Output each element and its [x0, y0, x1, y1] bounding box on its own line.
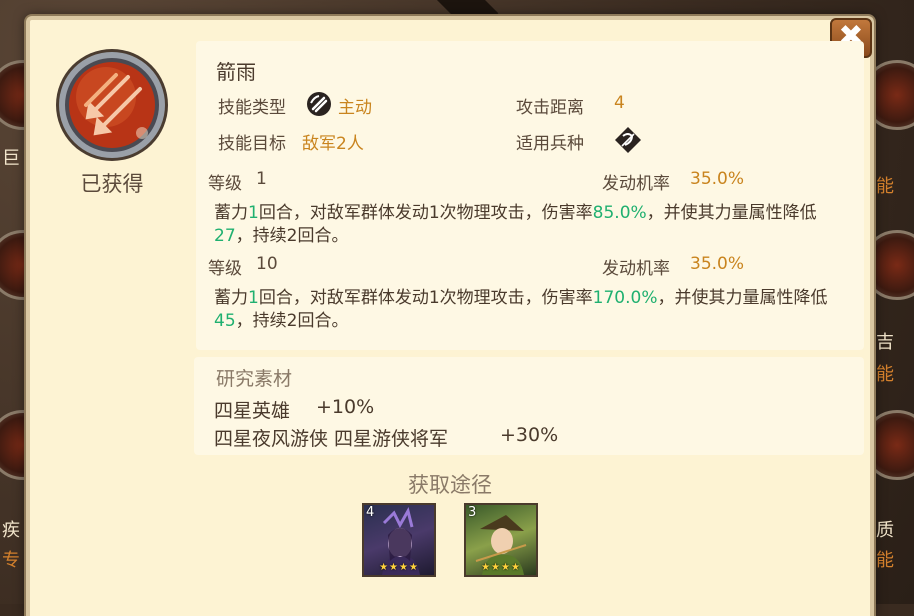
level-10-description: 蓄力1回合，对敌军群体发动1次物理攻击，伤害率170.0%，并使其力量属性降低 4… [214, 287, 844, 333]
materials-title: 研究素材 [216, 368, 293, 390]
damage-rate: 170.0% [592, 288, 658, 308]
skill-target-label: 技能目标 [218, 134, 286, 154]
background-label: 能 [876, 550, 894, 571]
background-label: 疾 [2, 520, 20, 541]
desc-text: ，并使其力量属性降低 [657, 288, 828, 308]
active-skill-icon [307, 92, 331, 116]
material-bonus: +30% [500, 424, 559, 446]
damage-rate: 85.0% [592, 203, 647, 223]
attack-range-label: 攻击距离 [516, 98, 584, 118]
trigger-rate-label: 发动机率 [602, 174, 670, 194]
acquisition-title: 获取途径 [408, 473, 492, 497]
background-label: 巨 [2, 148, 20, 169]
skill-type-value: 主动 [338, 98, 372, 118]
background-label: 能 [876, 176, 894, 197]
attack-range-value: 4 [614, 93, 625, 113]
trigger-rate-value: 35.0% [690, 254, 745, 274]
trigger-rate-label: 发动机率 [602, 259, 670, 279]
material-heroes: 四星夜风游侠 四星游侠将军 [214, 428, 449, 450]
skill-type-label: 技能类型 [218, 98, 286, 118]
archer-troop-icon [615, 127, 641, 153]
trigger-rate-value: 35.0% [690, 169, 745, 189]
stat-reduction: 45 [214, 311, 236, 331]
troop-type-label: 适用兵种 [516, 134, 584, 154]
acquired-status: 已获得 [80, 172, 144, 196]
hero-stars: ★★★★ [481, 562, 521, 573]
level-value: 1 [256, 169, 267, 189]
charge-turns: 1 [248, 203, 259, 223]
desc-text: ，并使其力量属性降低 [646, 203, 817, 223]
desc-text: 蓄力 [214, 203, 248, 223]
background-label: 质 [876, 520, 894, 541]
desc-text: 蓄力 [214, 288, 248, 308]
background-label: 专 [2, 550, 20, 571]
desc-text: 回合，对敌军群体发动1次物理攻击，伤害率 [258, 288, 593, 308]
material-heroes: 四星英雄 [214, 400, 291, 422]
hero-card-ranger-general[interactable]: 3 ★★★★ [464, 503, 538, 577]
hero-card-night-wind-ranger[interactable]: 4 ★★★★ [362, 503, 436, 577]
level-label: 等级 [208, 259, 242, 279]
material-bonus: +10% [316, 396, 375, 418]
desc-text: ，持续2回合。 [235, 226, 349, 246]
hero-stars: ★★★★ [379, 562, 419, 573]
skill-target-value: 敌军2人 [302, 134, 364, 154]
level-value: 10 [256, 254, 278, 274]
stat-reduction: 27 [214, 226, 236, 246]
skill-name: 箭雨 [216, 60, 256, 84]
level-label: 等级 [208, 174, 242, 194]
desc-text: 回合，对敌军群体发动1次物理攻击，伤害率 [258, 203, 593, 223]
background-label: 吉 [876, 332, 894, 353]
desc-text: ，持续2回合。 [235, 311, 349, 331]
background-label: 能 [876, 364, 894, 385]
level-1-description: 蓄力1回合，对敌军群体发动1次物理攻击，伤害率85.0%，并使其力量属性降低 27… [214, 202, 844, 248]
arrow-rain-icon [56, 49, 168, 161]
hero-level: 3 [468, 505, 477, 520]
charge-turns: 1 [248, 288, 259, 308]
hero-level: 4 [366, 505, 375, 520]
